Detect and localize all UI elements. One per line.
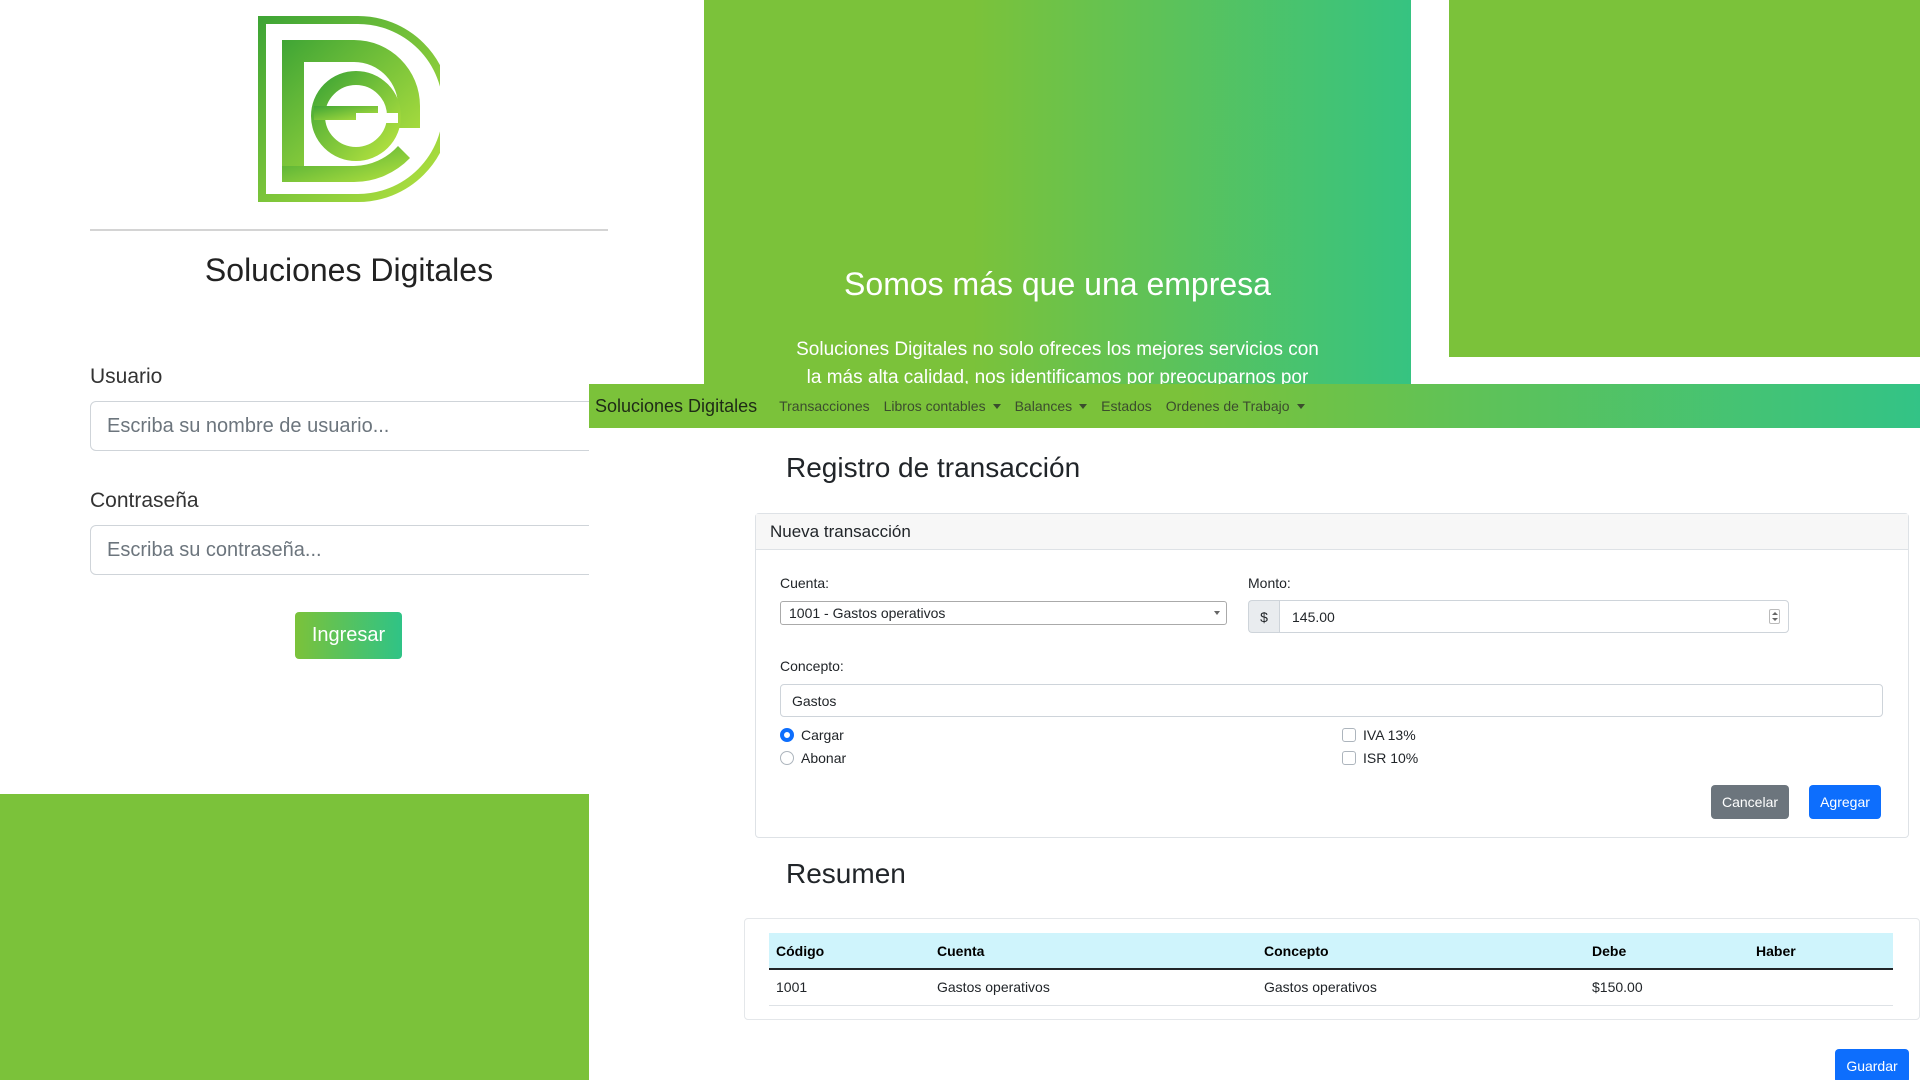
nav-label: Balances <box>1014 398 1073 414</box>
sd-logo-icon <box>258 16 440 202</box>
column-header: Concepto <box>1257 933 1585 970</box>
nav-item-transacciones[interactable]: Transacciones <box>779 398 870 414</box>
column-header: Debe <box>1585 933 1749 970</box>
cuenta-selected-value: 1001 - Gastos operativos <box>789 605 946 621</box>
column-header: Haber <box>1749 933 1893 970</box>
checkbox-unchecked-icon <box>1342 728 1356 742</box>
nav-label: Transacciones <box>779 398 870 414</box>
monto-input-group: $ 145.00 <box>1248 600 1789 633</box>
concepto-value: Gastos <box>792 692 837 709</box>
checkbox-iva[interactable]: IVA 13% <box>1342 727 1416 743</box>
table-cell: Gastos operativos <box>930 969 1257 1006</box>
hero-title: Somos más que una empresa <box>844 266 1271 302</box>
navbar: Soluciones Digitales Transacciones Libro… <box>589 384 1920 428</box>
decorative-green-panel <box>1449 0 1920 357</box>
checkbox-unchecked-icon <box>1342 751 1356 765</box>
monto-label: Monto: <box>1248 575 1291 591</box>
navbar-brand[interactable]: Soluciones Digitales <box>595 396 757 417</box>
table-cell: Gastos operativos <box>1257 969 1585 1006</box>
username-label: Usuario <box>90 365 163 388</box>
hero-text: Soluciones Digitales no solo ofreces los… <box>796 339 1319 384</box>
table-header-row: Código Cuenta Concepto Debe Haber <box>769 933 1893 970</box>
login-panel: Soluciones Digitales Usuario Contraseña … <box>0 0 610 1080</box>
number-spinner-icon[interactable] <box>1769 609 1780 624</box>
nav-label: Estados <box>1101 398 1152 414</box>
login-title: Soluciones Digitales <box>204 252 494 288</box>
radio-label: Cargar <box>801 727 844 743</box>
currency-prefix: $ <box>1248 600 1279 633</box>
chevron-down-icon <box>1214 611 1220 615</box>
cuenta-select[interactable]: 1001 - Gastos operativos <box>780 601 1227 625</box>
radio-checked-icon <box>780 728 794 742</box>
table-cell: 1001 <box>769 969 930 1006</box>
table-row: 1001 Gastos operativos Gastos operativos… <box>769 969 1893 1006</box>
summary-title: Resumen <box>786 858 906 889</box>
table-cell: $150.00 <box>1585 969 1749 1006</box>
concepto-input[interactable]: Gastos <box>780 684 1883 717</box>
nav-item-estados[interactable]: Estados <box>1101 398 1152 414</box>
password-input[interactable] <box>90 525 610 575</box>
radio-cargar[interactable]: Cargar <box>780 727 844 743</box>
table-cell <box>1749 969 1893 1006</box>
monto-input[interactable]: 145.00 <box>1279 600 1789 633</box>
decorative-green-block <box>0 794 589 1080</box>
monto-value: 145.00 <box>1292 608 1335 625</box>
hero-banner: Somos más que una empresa Soluciones Dig… <box>704 0 1411 384</box>
cuenta-label: Cuenta: <box>780 575 830 591</box>
cancel-button[interactable]: Cancelar <box>1711 785 1789 819</box>
card-header: Nueva transacción <box>756 514 1908 550</box>
transaction-app: Soluciones Digitales Transacciones Libro… <box>589 384 1920 1080</box>
save-button[interactable]: Guardar <box>1835 1049 1909 1080</box>
nav-item-libros-contables[interactable]: Libros contables <box>884 398 1001 414</box>
radio-abonar[interactable]: Abonar <box>780 750 846 766</box>
password-label: Contraseña <box>90 489 199 512</box>
add-button[interactable]: Agregar <box>1809 785 1881 819</box>
login-button[interactable]: Ingresar <box>295 612 402 659</box>
caret-down-icon <box>1296 403 1305 409</box>
column-header: Cuenta <box>930 933 1257 970</box>
page-title: Registro de transacción <box>786 452 1081 483</box>
checkbox-label: IVA 13% <box>1363 727 1416 743</box>
radio-label: Abonar <box>801 750 847 766</box>
caret-down-icon <box>1079 403 1088 409</box>
username-input[interactable] <box>90 401 610 451</box>
nav-label: Ordenes de Trabajo <box>1165 398 1290 414</box>
summary-table: Código Cuenta Concepto Debe Haber 1001 G… <box>769 933 1893 1006</box>
concepto-label: Concepto: <box>780 658 844 674</box>
nav-label: Libros contables <box>883 398 986 414</box>
checkbox-label: ISR 10% <box>1363 750 1419 766</box>
radio-unchecked-icon <box>780 751 794 765</box>
checkbox-isr[interactable]: ISR 10% <box>1342 750 1418 766</box>
nav-item-balances[interactable]: Balances <box>1015 398 1088 414</box>
login-divider <box>90 229 608 231</box>
nav-item-ordenes-de-trabajo[interactable]: Ordenes de Trabajo <box>1166 398 1305 414</box>
caret-down-icon <box>992 403 1001 409</box>
column-header: Código <box>769 933 930 970</box>
